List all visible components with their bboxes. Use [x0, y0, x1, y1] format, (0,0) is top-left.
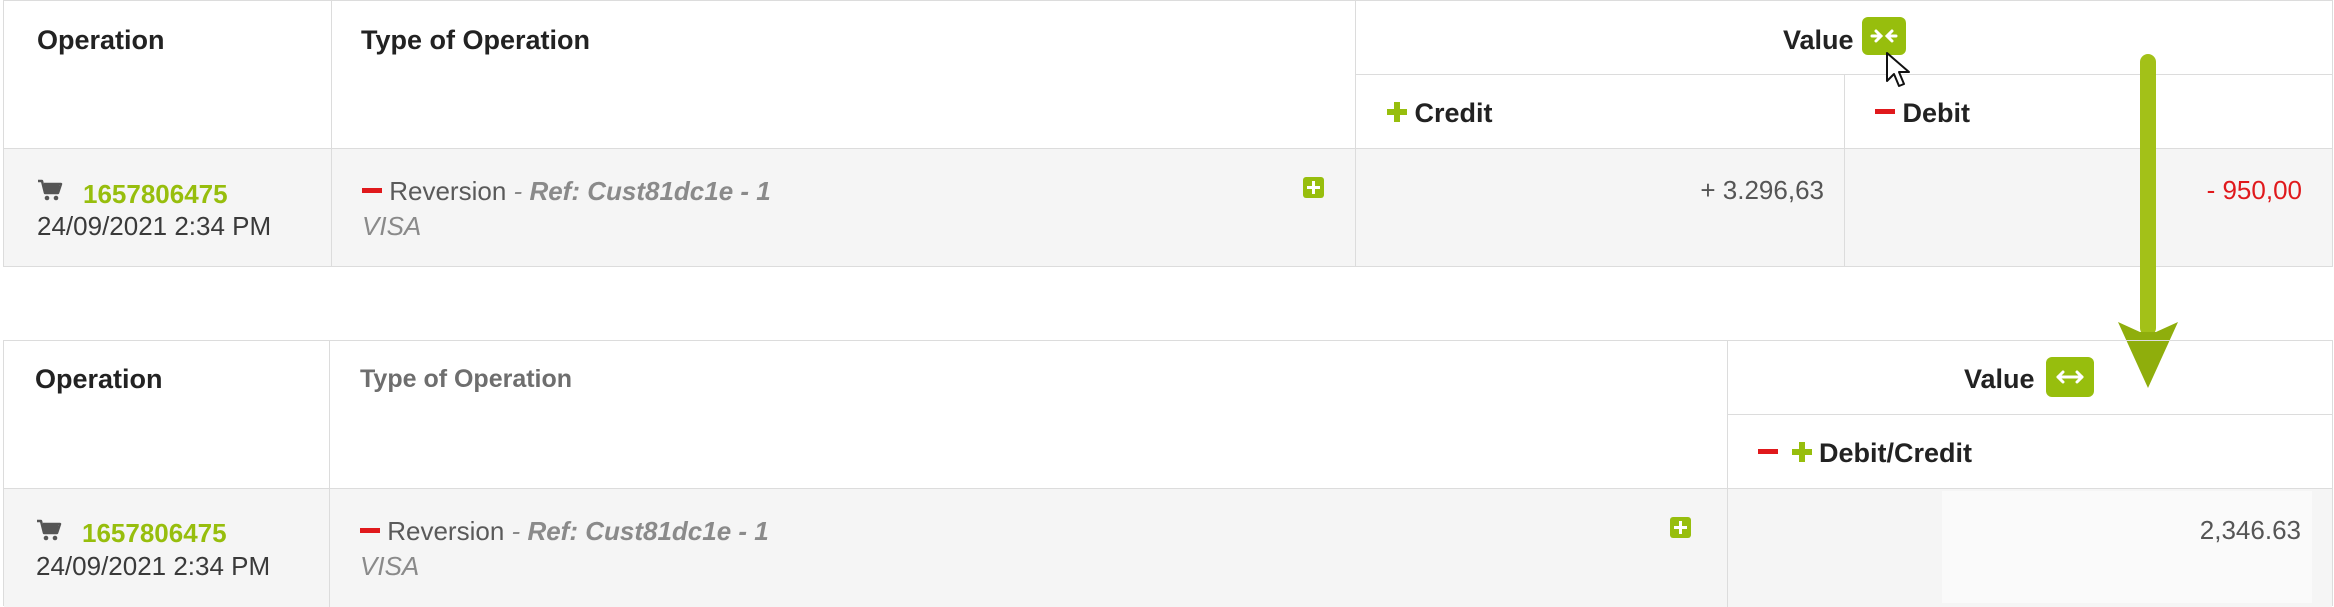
card-type: VISA — [362, 211, 422, 241]
minus-icon — [1875, 109, 1895, 115]
collapse-columns-icon — [1870, 29, 1898, 43]
expand-columns-icon — [2056, 370, 2084, 384]
operation-id-link[interactable]: 1657806475 — [83, 179, 228, 210]
header-credit[interactable]: Credit — [1387, 98, 1493, 129]
plus-square-icon[interactable] — [1670, 517, 1691, 538]
header-value: Value — [1964, 364, 2035, 394]
merged-value: 2,346.63 — [2199, 515, 2301, 545]
debit-value: - 950,00 — [2206, 175, 2302, 205]
plus-icon — [1387, 101, 1407, 122]
table-row — [4, 149, 2332, 266]
credit-value: + 3.296,63 — [1700, 175, 1824, 205]
header-debit-credit[interactable]: Debit/Credit — [1758, 438, 1972, 469]
value-highlight — [1942, 491, 2312, 603]
header-debit[interactable]: Debit — [1875, 98, 1970, 129]
operations-table-merged: Operation Type of Operation Value Debit/… — [3, 340, 2333, 607]
collapse-columns-button[interactable] — [1862, 17, 1906, 55]
minus-icon — [362, 187, 382, 193]
header-type-of-operation[interactable]: Type of Operation — [361, 25, 590, 56]
header-operation[interactable]: Operation — [35, 364, 163, 395]
operation-date: 24/09/2021 2:34 PM — [37, 211, 272, 241]
plus-square-icon[interactable] — [1303, 177, 1324, 198]
operations-table-split: Operation Type of Operation Value Credit… — [3, 0, 2333, 267]
operation-type: Reversion - Ref: Cust81dc1e - 1 — [362, 176, 771, 207]
minus-icon — [1758, 449, 1778, 455]
mouse-pointer-icon — [1886, 52, 1910, 87]
header-operation[interactable]: Operation — [37, 25, 165, 56]
operation-reference: Ref: Cust81dc1e - 1 — [529, 176, 771, 206]
card-type: VISA — [360, 551, 420, 581]
plus-icon — [1791, 441, 1812, 462]
header-value: Value — [1783, 25, 1854, 55]
expand-columns-button[interactable] — [2046, 357, 2094, 397]
cart-icon — [38, 179, 63, 201]
operation-type: Reversion - Ref: Cust81dc1e - 1 — [360, 516, 769, 547]
operation-id-link[interactable]: 1657806475 — [82, 518, 227, 549]
operation-date: 24/09/2021 2:34 PM — [36, 551, 271, 581]
cart-icon — [37, 519, 62, 541]
operation-reference: Ref: Cust81dc1e - 1 — [527, 516, 769, 546]
header-type-of-operation[interactable]: Type of Operation — [360, 365, 572, 394]
minus-icon — [360, 527, 380, 533]
